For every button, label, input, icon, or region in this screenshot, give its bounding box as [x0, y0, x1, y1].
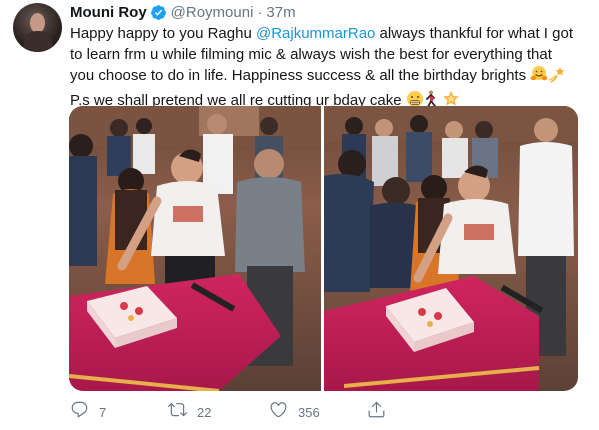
reply-count: 7: [99, 404, 107, 420]
retweet-icon: [168, 400, 187, 424]
like-count: 356: [298, 404, 320, 420]
retweet-button[interactable]: 22: [168, 400, 211, 424]
text-segment: you choose to do in life. Happiness succ…: [70, 67, 527, 84]
tweet-text-line-1: Happy happy to you Raghu @RajkummarRao a…: [70, 24, 590, 45]
share-icon: [367, 400, 386, 424]
avatar-body: [24, 31, 52, 52]
like-button[interactable]: 356: [269, 400, 320, 424]
avatar[interactable]: [13, 3, 62, 52]
verified-badge-icon: [150, 4, 167, 21]
timestamp[interactable]: 37m: [266, 4, 295, 21]
tweet-text-line-2: to learn frm u while filming mic & alway…: [70, 45, 552, 63]
avatar-face: [30, 13, 45, 33]
tweet-header: Mouni Roy @Roymouni · 37m: [70, 2, 296, 22]
author-handle[interactable]: @Roymouni: [171, 4, 254, 21]
share-button[interactable]: [367, 400, 386, 424]
retweet-count: 22: [197, 404, 212, 420]
reply-icon: [70, 400, 89, 424]
dizzy-star-emoji-icon: [548, 65, 566, 90]
author-name[interactable]: Mouni Roy: [70, 4, 147, 21]
party-cake-cutting-photo[interactable]: [69, 106, 321, 391]
heart-icon: [269, 400, 288, 424]
party-cake-cutting-photo[interactable]: [324, 106, 578, 391]
tweet-media[interactable]: [69, 106, 578, 391]
separator-dot: ·: [257, 3, 263, 21]
text-segment: always thankful for what I got: [375, 25, 573, 42]
hugging-face-emoji-icon: [530, 65, 548, 90]
tweet-text-line-3: you choose to do in life. Happiness succ…: [70, 65, 590, 90]
tweet-text: Happy happy to you Raghu @RajkummarRao a…: [70, 24, 590, 114]
mention-link[interactable]: @RajkummarRao: [256, 25, 375, 42]
reply-button[interactable]: 7: [70, 400, 106, 424]
text-segment: Happy happy to you Raghu: [70, 25, 256, 42]
tweet[interactable]: Mouni Roy @Roymouni · 37m Happy happy to…: [0, 0, 599, 430]
